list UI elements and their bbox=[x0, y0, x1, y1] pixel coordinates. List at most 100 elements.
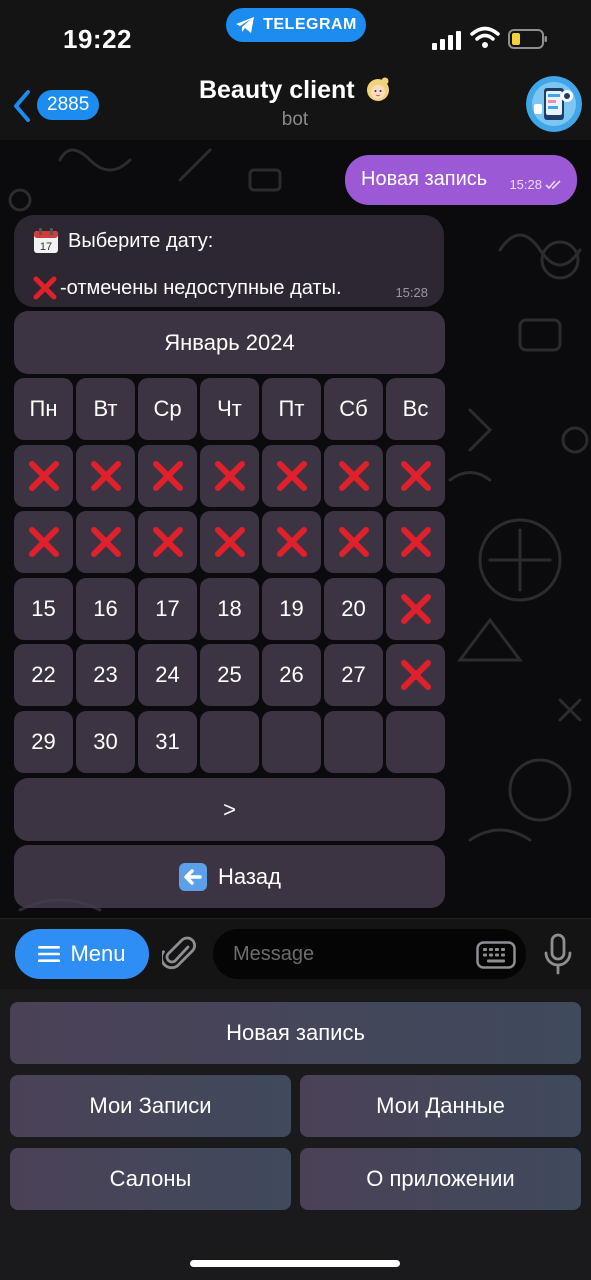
telegram-pill[interactable]: TELEGRAM bbox=[226, 8, 366, 42]
unavailable-day-button[interactable] bbox=[138, 511, 197, 573]
day-button[interactable]: 18 bbox=[200, 578, 259, 640]
empty-day-button[interactable] bbox=[262, 711, 321, 773]
unavailable-day-button[interactable] bbox=[262, 511, 321, 573]
bot-avatar-icon bbox=[526, 76, 582, 132]
cross-mark-icon bbox=[400, 594, 431, 624]
double-check-icon bbox=[545, 179, 561, 189]
day-button[interactable]: 15 bbox=[14, 578, 73, 640]
weekday-header-button[interactable]: Пт bbox=[262, 378, 321, 440]
svg-text:17: 17 bbox=[40, 241, 52, 253]
cross-mark-icon bbox=[152, 527, 183, 557]
cross-mark-icon bbox=[276, 527, 307, 557]
woman-emoji-icon bbox=[367, 77, 390, 101]
next-month-button[interactable]: > bbox=[14, 778, 445, 841]
microphone-icon[interactable] bbox=[542, 933, 574, 975]
unavailable-day-button[interactable] bbox=[386, 578, 445, 640]
day-button[interactable]: 24 bbox=[138, 644, 197, 706]
cross-mark-icon bbox=[400, 527, 431, 557]
chat-area[interactable]: Новая запись 15:28 17 Выберите дату: -от… bbox=[0, 140, 591, 918]
empty-day-button[interactable] bbox=[200, 711, 259, 773]
wifi-icon bbox=[470, 26, 500, 48]
unavailable-dates-text: -отмечены недоступные даты. bbox=[60, 276, 342, 299]
attach-icon[interactable] bbox=[162, 933, 198, 975]
signal-icon bbox=[432, 31, 461, 50]
unavailable-day-button[interactable] bbox=[200, 445, 259, 507]
empty-day-button[interactable] bbox=[324, 711, 383, 773]
about-app-button[interactable]: О приложении bbox=[300, 1148, 581, 1210]
day-button[interactable]: 25 bbox=[200, 644, 259, 706]
day-button[interactable]: 26 bbox=[262, 644, 321, 706]
telegram-pill-label: TELEGRAM bbox=[263, 16, 357, 33]
unread-count-badge[interactable]: 2885 bbox=[37, 90, 100, 120]
unavailable-day-button[interactable] bbox=[324, 445, 383, 507]
cross-mark-icon bbox=[338, 461, 369, 491]
unavailable-day-button[interactable] bbox=[14, 445, 73, 507]
month-button[interactable]: Январь 2024 bbox=[14, 311, 445, 374]
back-arrow-icon bbox=[178, 862, 207, 891]
message-input-bar: Menu Message bbox=[0, 918, 591, 989]
back-button[interactable]: Назад bbox=[14, 845, 445, 908]
unavailable-day-button[interactable] bbox=[324, 511, 383, 573]
weekday-header-button[interactable]: Сб bbox=[324, 378, 383, 440]
cross-mark-icon bbox=[276, 461, 307, 491]
day-button[interactable]: 30 bbox=[76, 711, 135, 773]
choose-date-text: Выберите дату: bbox=[68, 229, 214, 252]
chat-header: 2885 Beauty client bot bbox=[0, 70, 591, 140]
new-booking-button[interactable]: Новая запись bbox=[10, 1002, 581, 1064]
chat-title-block[interactable]: Beauty client bot bbox=[150, 76, 440, 131]
reply-keyboard: Новая запись Мои Записи Мои Данные Салон… bbox=[0, 989, 591, 1280]
day-button[interactable]: 19 bbox=[262, 578, 321, 640]
unavailable-day-button[interactable] bbox=[76, 445, 135, 507]
calendar-icon: 17 bbox=[34, 228, 58, 253]
day-button[interactable]: 29 bbox=[14, 711, 73, 773]
day-button[interactable]: 23 bbox=[76, 644, 135, 706]
day-button[interactable]: 22 bbox=[14, 644, 73, 706]
outgoing-message[interactable]: Новая запись 15:28 bbox=[345, 155, 577, 205]
clock: 19:22 bbox=[63, 24, 132, 54]
unavailable-day-button[interactable] bbox=[76, 511, 135, 573]
battery-icon bbox=[508, 29, 547, 49]
weekday-header-button[interactable]: Вс bbox=[386, 378, 445, 440]
incoming-message-line-1: 17 Выберите дату: bbox=[32, 227, 213, 255]
weekday-header-button[interactable]: Вт bbox=[76, 378, 135, 440]
cross-mark-icon bbox=[90, 461, 121, 491]
cross-mark-icon bbox=[28, 527, 59, 557]
keyboard-icon[interactable] bbox=[476, 941, 516, 969]
cross-mark-icon bbox=[338, 527, 369, 557]
day-button[interactable]: 31 bbox=[138, 711, 197, 773]
weekday-header-button[interactable]: Чт bbox=[200, 378, 259, 440]
weekday-header-button[interactable]: Ср bbox=[138, 378, 197, 440]
day-button[interactable]: 16 bbox=[76, 578, 135, 640]
bot-avatar[interactable] bbox=[526, 76, 582, 132]
unavailable-day-button[interactable] bbox=[262, 445, 321, 507]
cross-mark-icon bbox=[152, 461, 183, 491]
outgoing-message-text: Новая запись bbox=[361, 168, 488, 190]
day-button[interactable]: 17 bbox=[138, 578, 197, 640]
menu-button[interactable]: Menu bbox=[15, 929, 149, 979]
back-chevron-icon[interactable] bbox=[10, 88, 34, 124]
cross-mark-icon bbox=[28, 461, 59, 491]
unavailable-day-button[interactable] bbox=[386, 644, 445, 706]
salons-button[interactable]: Салоны bbox=[10, 1148, 291, 1210]
chat-title: Beauty client bbox=[198, 76, 355, 104]
empty-day-button[interactable] bbox=[386, 711, 445, 773]
my-data-button[interactable]: Мои Данные bbox=[300, 1075, 581, 1137]
incoming-message[interactable]: 17 Выберите дату: -отмечены недоступные … bbox=[14, 215, 444, 307]
weekday-header-button[interactable]: Пн bbox=[14, 378, 73, 440]
chat-subtitle: bot bbox=[281, 109, 309, 130]
cross-mark-icon bbox=[90, 527, 121, 557]
day-button[interactable]: 20 bbox=[324, 578, 383, 640]
unavailable-day-button[interactable] bbox=[386, 511, 445, 573]
day-button[interactable]: 27 bbox=[324, 644, 383, 706]
unavailable-day-button[interactable] bbox=[138, 445, 197, 507]
unavailable-day-button[interactable] bbox=[386, 445, 445, 507]
outgoing-message-meta: 15:28 bbox=[509, 177, 563, 192]
unavailable-day-button[interactable] bbox=[14, 511, 73, 573]
home-indicator bbox=[190, 1260, 400, 1267]
unavailable-day-button[interactable] bbox=[200, 511, 259, 573]
my-bookings-button[interactable]: Мои Записи bbox=[10, 1075, 291, 1137]
status-bar: 19:22 TELEGRAM bbox=[0, 0, 591, 70]
cross-mark-icon bbox=[400, 660, 431, 690]
hamburger-icon bbox=[38, 946, 61, 962]
cross-mark-icon bbox=[400, 461, 431, 491]
